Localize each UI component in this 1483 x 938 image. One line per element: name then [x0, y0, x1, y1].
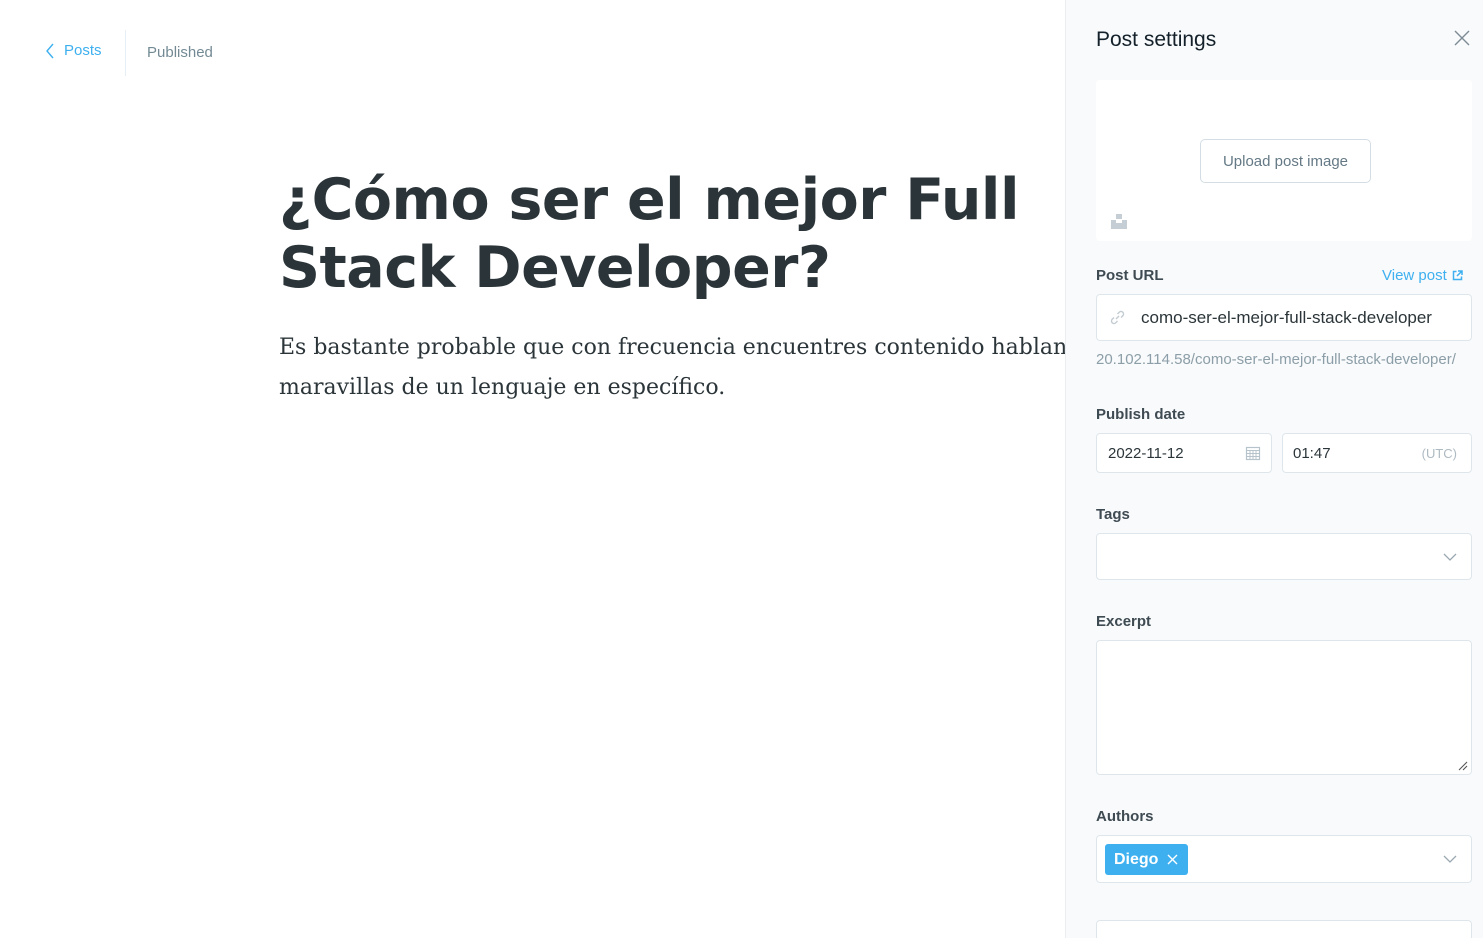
chevron-down-icon — [1443, 855, 1457, 863]
view-post-label: View post — [1382, 267, 1447, 284]
tags-select[interactable] — [1096, 533, 1472, 580]
topbar-divider — [125, 30, 126, 76]
next-setting-field[interactable] — [1096, 920, 1472, 938]
excerpt-textarea[interactable] — [1096, 640, 1472, 775]
post-title[interactable]: ¿Cómo ser el mejor Full Stack Developer? — [279, 166, 1065, 302]
back-link-label: Posts — [64, 42, 102, 59]
post-url-label: Post URL — [1096, 267, 1164, 284]
post-url-input[interactable]: como-ser-el-mejor-full-stack-developer — [1096, 294, 1472, 341]
authors-select[interactable]: Diego — [1096, 835, 1472, 883]
post-status: Published — [147, 44, 213, 61]
author-name: Diego — [1114, 850, 1159, 868]
publish-date-input[interactable]: 2022-11-12 — [1096, 433, 1272, 473]
tags-label: Tags — [1096, 506, 1130, 523]
post-url-preview: 20.102.114.58/como-ser-el-mejor-full-sta… — [1096, 351, 1456, 368]
timezone-label: (UTC) — [1421, 446, 1457, 461]
publish-time-value: 01:47 — [1293, 444, 1331, 462]
link-icon — [1110, 310, 1125, 325]
back-to-posts-link[interactable]: Posts — [44, 42, 102, 59]
publish-date-value: 2022-11-12 — [1108, 444, 1184, 462]
unsplash-icon[interactable] — [1110, 212, 1128, 230]
upload-post-image-button[interactable]: Upload post image — [1200, 139, 1371, 183]
publish-date-label: Publish date — [1096, 406, 1186, 423]
chevron-down-icon — [1443, 553, 1457, 561]
chevron-left-icon — [46, 43, 54, 58]
authors-label: Authors — [1096, 808, 1154, 825]
author-chip[interactable]: Diego — [1105, 844, 1189, 875]
post-editor: Posts Published ¿Cómo ser el mejor Full … — [0, 0, 1065, 938]
excerpt-label: Excerpt — [1096, 613, 1152, 630]
post-body[interactable]: Es bastante probable que con frecuencia … — [279, 328, 1065, 408]
resize-grip-icon[interactable] — [1457, 760, 1468, 771]
calendar-icon[interactable] — [1245, 445, 1261, 461]
post-image-dropzone[interactable]: Upload post image — [1096, 80, 1472, 241]
external-link-icon — [1452, 270, 1463, 281]
view-post-link[interactable]: View post — [1382, 267, 1463, 284]
remove-author-icon[interactable] — [1167, 854, 1178, 865]
post-settings-panel: Post settings Upload post image Post URL… — [1065, 0, 1483, 938]
close-settings-button[interactable] — [1452, 28, 1474, 50]
post-url-value: como-ser-el-mejor-full-stack-developer — [1141, 307, 1432, 327]
panel-title: Post settings — [1096, 28, 1217, 51]
close-icon — [1454, 30, 1470, 46]
publish-time-input[interactable]: 01:47 (UTC) — [1282, 433, 1472, 473]
editor-topbar: Posts Published — [0, 0, 1065, 106]
